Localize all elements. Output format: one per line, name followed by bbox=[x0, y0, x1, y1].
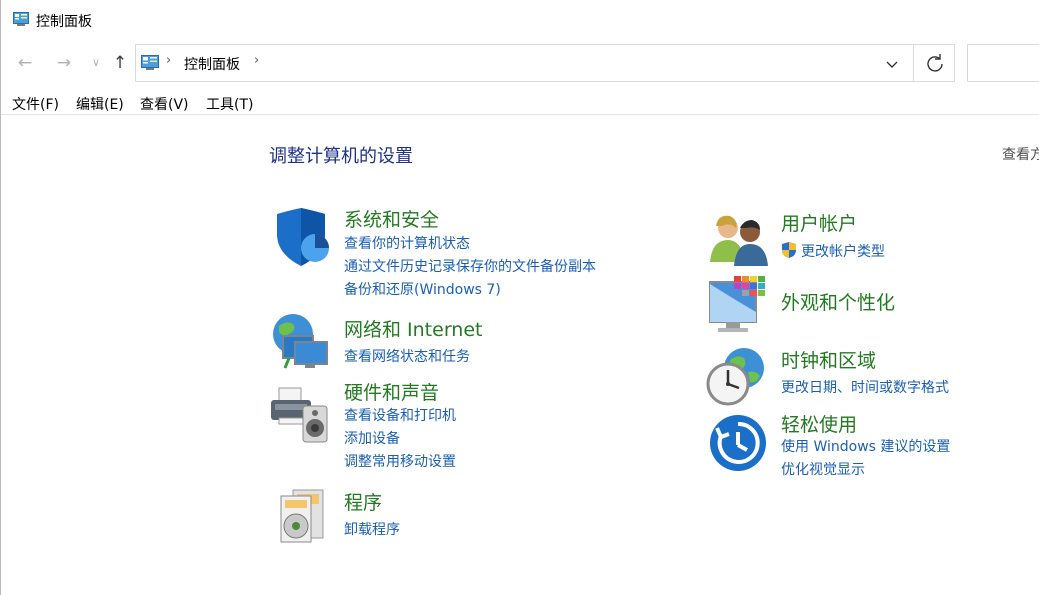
category-network-internet[interactable]: 网络和 Internet bbox=[344, 315, 482, 342]
breadcrumb-separator[interactable]: › bbox=[254, 53, 259, 68]
up-arrow-icon[interactable]: ↑ bbox=[109, 52, 131, 74]
category-user-accounts[interactable]: 用户帐户 bbox=[781, 209, 857, 236]
ease-of-access-icon[interactable] bbox=[709, 414, 771, 476]
link-devices-printers[interactable]: 查看设备和打印机 bbox=[344, 405, 456, 425]
link-add-device[interactable]: 添加设备 bbox=[344, 428, 400, 448]
link-windows-recommended-settings[interactable]: 使用 Windows 建议的设置 bbox=[781, 436, 950, 456]
clock-globe-icon[interactable] bbox=[706, 346, 768, 408]
address-divider bbox=[913, 45, 914, 81]
category-programs[interactable]: 程序 bbox=[344, 488, 382, 515]
uac-shield-icon bbox=[780, 241, 798, 259]
control-panel-window: 控制面板 ← → ∨ ↑ › 控制面板 › 文件(F) 编辑(E) 查看(V) … bbox=[0, 0, 1039, 595]
printer-speaker-icon[interactable] bbox=[269, 384, 331, 446]
category-ease-of-access[interactable]: 轻松使用 bbox=[781, 410, 857, 437]
menu-tools[interactable]: 工具(T) bbox=[206, 94, 253, 114]
link-view-computer-status[interactable]: 查看你的计算机状态 bbox=[344, 233, 470, 253]
programs-icon[interactable] bbox=[271, 486, 333, 548]
link-file-history-backup[interactable]: 通过文件历史记录保存你的文件备份副本 bbox=[344, 256, 596, 276]
recent-locations-chevron-icon[interactable]: ∨ bbox=[85, 52, 107, 74]
network-icon[interactable] bbox=[269, 312, 331, 374]
category-appearance-personalization[interactable]: 外观和个性化 bbox=[781, 288, 895, 315]
category-clock-region[interactable]: 时钟和区域 bbox=[781, 346, 876, 373]
link-network-status[interactable]: 查看网络状态和任务 bbox=[344, 346, 470, 366]
link-change-account-type[interactable]: 更改帐户类型 bbox=[801, 241, 885, 261]
back-arrow-icon[interactable]: ← bbox=[14, 52, 36, 74]
category-system-security[interactable]: 系统和安全 bbox=[344, 205, 439, 232]
address-bar[interactable]: › 控制面板 › bbox=[135, 44, 955, 82]
control-panel-icon bbox=[13, 12, 29, 26]
menu-bar: 文件(F) 编辑(E) 查看(V) 工具(T) bbox=[1, 90, 1039, 115]
monitor-palette-icon[interactable] bbox=[708, 276, 770, 338]
refresh-icon[interactable] bbox=[923, 51, 947, 75]
link-mobility-settings[interactable]: 调整常用移动设置 bbox=[344, 451, 456, 471]
link-optimize-visual-display[interactable]: 优化视觉显示 bbox=[781, 459, 865, 479]
link-change-date-time-format[interactable]: 更改日期、时间或数字格式 bbox=[781, 377, 949, 397]
menu-edit[interactable]: 编辑(E) bbox=[76, 94, 124, 114]
breadcrumb-control-panel[interactable]: 控制面板 bbox=[184, 54, 240, 74]
forward-arrow-icon[interactable]: → bbox=[53, 52, 75, 74]
menu-file[interactable]: 文件(F) bbox=[12, 94, 59, 114]
window-title: 控制面板 bbox=[36, 14, 92, 30]
navigation-bar: ← → ∨ ↑ › 控制面板 › bbox=[1, 40, 1039, 86]
category-hardware-sound[interactable]: 硬件和声音 bbox=[344, 378, 439, 405]
control-panel-icon bbox=[141, 55, 159, 70]
menu-view[interactable]: 查看(V) bbox=[140, 94, 189, 114]
users-icon[interactable] bbox=[708, 208, 770, 270]
search-input[interactable] bbox=[967, 44, 1039, 82]
link-backup-restore[interactable]: 备份和还原(Windows 7) bbox=[344, 279, 501, 299]
shield-icon[interactable] bbox=[271, 208, 333, 270]
chevron-down-icon[interactable] bbox=[881, 53, 903, 75]
link-uninstall-program[interactable]: 卸载程序 bbox=[344, 519, 400, 539]
title-bar: 控制面板 bbox=[1, 0, 1039, 40]
breadcrumb-separator[interactable]: › bbox=[166, 53, 171, 68]
view-by-label[interactable]: 查看方 bbox=[1002, 144, 1039, 164]
page-title: 调整计算机的设置 bbox=[269, 146, 413, 167]
